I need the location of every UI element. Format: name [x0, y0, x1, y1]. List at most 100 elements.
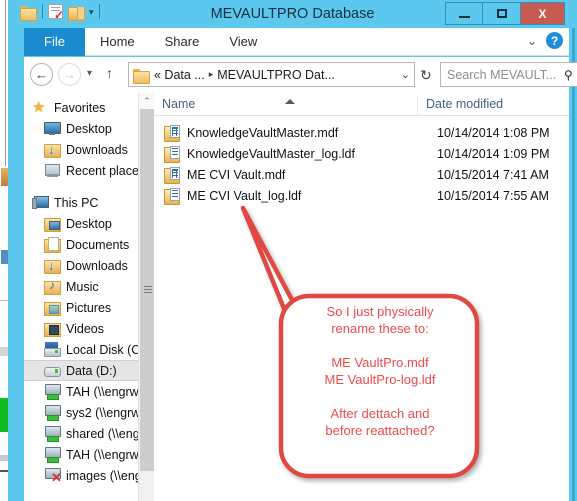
search-icon: ⚲ — [564, 67, 573, 82]
file-name: KnowledgeVaultMaster_log.ldf — [187, 146, 355, 161]
sidebar-label: Desktop — [66, 216, 112, 231]
sidebar-label: Desktop — [66, 121, 112, 136]
downloads-folder-icon — [44, 142, 61, 158]
search-input[interactable]: Search MEVAULT... — [447, 68, 564, 82]
sidebar-label-favorites: Favorites — [54, 100, 106, 115]
sidebar-item-desktop[interactable]: Desktop — [24, 213, 154, 234]
chevron-down-icon[interactable]: ▾ — [89, 7, 94, 17]
title-bar[interactable]: MEVAULTPRO Database ✓ ▾ X — [16, 0, 569, 28]
minimize-button[interactable] — [445, 2, 483, 25]
check-mark-icon: ✓ — [53, 8, 64, 22]
recent-locations-chevron-down-icon[interactable]: ▾ — [87, 68, 92, 79]
refresh-icon[interactable]: ↻ — [420, 67, 432, 84]
sidebar-group-this-pc[interactable]: This PC — [24, 192, 154, 213]
folder-icon[interactable] — [20, 5, 37, 21]
ldf-file-icon — [164, 145, 180, 163]
sidebar-group-spacer — [24, 181, 154, 192]
explorer-window: MEVAULTPRO Database ✓ ▾ X File Home Shar… — [8, 0, 577, 501]
navigation-pane-scrollbar[interactable]: ⌃ — [138, 93, 154, 501]
tab-file[interactable]: File — [24, 28, 85, 56]
sidebar-label: Videos — [66, 321, 104, 336]
close-button[interactable]: X — [521, 2, 565, 25]
sidebar-label: Recent places — [66, 163, 146, 178]
table-row[interactable]: ME CVI Vault_log.ldf 10/15/2014 7:55 AM — [154, 185, 569, 206]
expand-ribbon-chevron-down-icon[interactable]: ⌄ — [527, 34, 537, 48]
breadcrumb-item-data[interactable]: « Data ... — [154, 68, 205, 82]
search-box[interactable]: Search MEVAULT... ⚲ — [440, 62, 577, 87]
music-folder-icon — [44, 278, 61, 295]
breadcrumb-item-current[interactable]: MEVAULTPRO Dat... — [217, 68, 335, 82]
new-folder-icon[interactable] — [68, 5, 85, 21]
file-date-modified: 10/14/2014 1:08 PM — [437, 125, 550, 140]
sidebar-item-documents[interactable]: Documents — [24, 234, 154, 255]
ribbon-tab-strip: File Home Share View ⌄ ? — [24, 28, 569, 56]
sort-ascending-icon — [285, 99, 295, 104]
network-drive-icon — [44, 384, 61, 400]
column-header-name[interactable]: Name — [154, 97, 418, 115]
sidebar-item-music[interactable]: Music — [24, 276, 154, 297]
sidebar-item-data-d[interactable]: Data (D:) — [24, 360, 154, 381]
table-row[interactable]: KnowledgeVaultMaster.mdf 10/14/2014 1:08… — [154, 122, 569, 143]
breadcrumb-chevron-down-icon[interactable]: ⌄ — [401, 68, 410, 81]
network-drive-icon — [44, 426, 61, 442]
documents-folder-icon — [44, 237, 61, 253]
background-window-edge — [0, 0, 6, 166]
sidebar-item-network-images[interactable]: ✕ images (\\enggr — [24, 465, 154, 486]
window-frame-right-inner — [572, 28, 575, 501]
tab-view[interactable]: View — [214, 28, 272, 56]
back-button[interactable]: ← — [30, 63, 53, 86]
recent-places-icon — [44, 163, 60, 178]
background-icon-secondary — [1, 250, 8, 264]
sidebar-item-downloads-fav[interactable]: Downloads — [24, 139, 154, 160]
videos-folder-icon — [44, 321, 61, 337]
local-disk-icon — [44, 342, 61, 357]
sidebar-label: Pictures — [66, 300, 112, 315]
callout-text: So I just physically rename these to: ME… — [324, 304, 436, 438]
sidebar-label: Documents — [66, 237, 130, 252]
sidebar-item-network-sys2[interactable]: sys2 (\\engrw) ( — [24, 402, 154, 423]
sidebar-item-pictures[interactable]: Pictures — [24, 297, 154, 318]
scrollbar-thumb[interactable] — [140, 109, 154, 471]
up-button[interactable]: ↑ — [106, 65, 113, 81]
sidebar-item-videos[interactable]: Videos — [24, 318, 154, 339]
file-name: ME CVI Vault.mdf — [187, 167, 286, 182]
sidebar-item-network-tah-2[interactable]: TAH (\\engrw\sy — [24, 444, 154, 465]
column-header-date-modified[interactable]: Date modified — [418, 97, 569, 115]
sidebar-item-desktop-fav[interactable]: Desktop — [24, 118, 154, 139]
sidebar-item-network-shared[interactable]: shared (\\engrw — [24, 423, 154, 444]
window-frame-left — [8, 0, 16, 501]
file-list-pane: Name Date modified KnowledgeVaultMaster.… — [154, 93, 569, 501]
sidebar-item-downloads[interactable]: Downloads — [24, 255, 154, 276]
window-controls: X — [445, 2, 565, 25]
sidebar-group-favorites[interactable]: ★ Favorites — [24, 97, 154, 118]
tab-share[interactable]: Share — [150, 28, 215, 56]
table-row[interactable]: KnowledgeVaultMaster_log.ldf 10/14/2014 … — [154, 143, 569, 164]
breadcrumb-folder-icon — [133, 68, 150, 84]
network-drive-disconnected-icon: ✕ — [44, 468, 62, 484]
maximize-button[interactable] — [483, 2, 521, 25]
scroll-up-arrow-icon[interactable]: ⌃ — [139, 93, 154, 109]
sidebar-item-network-tah[interactable]: TAH (\\engrw\sy — [24, 381, 154, 402]
sidebar-label: Local Disk (C:) — [66, 342, 148, 357]
forward-button[interactable]: → — [58, 63, 81, 86]
file-name: KnowledgeVaultMaster.mdf — [187, 125, 339, 140]
properties-icon[interactable]: ✓ — [48, 4, 64, 22]
tab-home[interactable]: Home — [85, 28, 150, 56]
mdf-file-icon — [164, 166, 180, 184]
ribbon-tabs: File Home Share View — [24, 28, 569, 56]
ldf-file-icon — [164, 187, 180, 205]
table-row[interactable]: ME CVI Vault.mdf 10/15/2014 7:41 AM — [154, 164, 569, 185]
navigation-pane: ★ Favorites Desktop Downloads Recent pla… — [24, 93, 154, 501]
file-date-modified: 10/15/2014 7:55 AM — [437, 188, 549, 203]
address-bar: ← → ▾ ↑ « Data ... ▸ MEVAULTPRO Dat... ⌄… — [24, 57, 577, 93]
scrollbar-grip-icon — [144, 286, 152, 293]
sidebar-item-local-disk-c[interactable]: Local Disk (C:) — [24, 339, 154, 360]
help-icon[interactable]: ? — [546, 32, 563, 49]
sidebar-item-recent-places[interactable]: Recent places — [24, 160, 154, 181]
file-name: ME CVI Vault_log.ldf — [187, 188, 302, 203]
file-date-modified: 10/14/2014 1:09 PM — [437, 146, 550, 161]
drive-icon — [44, 363, 61, 378]
ribbon-right-controls: ⌄ ? — [527, 32, 563, 49]
qat-separator-2 — [98, 4, 100, 19]
breadcrumb[interactable]: « Data ... ▸ MEVAULTPRO Dat... ⌄ — [128, 62, 415, 87]
